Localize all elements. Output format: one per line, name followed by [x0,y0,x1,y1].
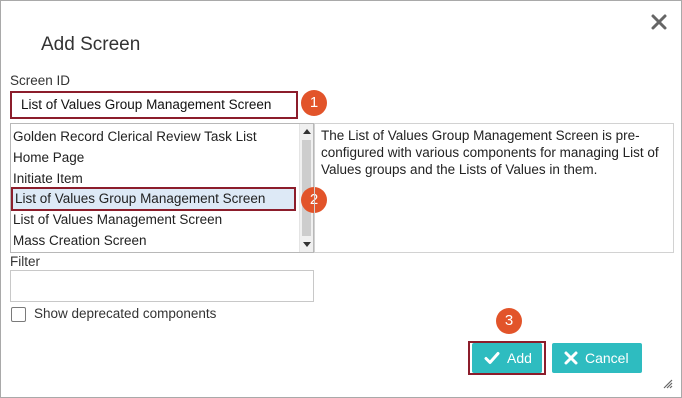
add-button-label: Add [507,350,532,366]
list-item[interactable]: List of Values Management Screen [13,212,222,227]
filter-label: Filter [10,254,40,269]
callout-badge-1: 1 [301,90,327,116]
scroll-up-arrow-icon[interactable] [303,129,311,134]
add-button[interactable]: Add [472,343,542,373]
screen-id-input[interactable]: List of Values Group Management Screen [10,91,298,119]
list-item[interactable]: Home Page [13,150,84,165]
x-icon [564,351,578,365]
screen-listbox[interactable]: Golden Record Clerical Review Task List … [10,123,314,253]
list-item[interactable]: Initiate Item [13,171,83,186]
add-screen-dialog: Add Screen Screen ID List of Values Grou… [0,0,682,398]
callout-badge-3: 3 [496,308,522,334]
list-item-selected[interactable]: List of Values Group Management Screen [11,187,296,211]
screen-description: The List of Values Group Management Scre… [314,123,674,253]
cancel-button[interactable]: Cancel [552,343,642,373]
cancel-button-label: Cancel [585,350,629,366]
screen-id-label: Screen ID [10,73,71,88]
list-item[interactable]: Mass Creation Screen [13,233,147,248]
show-deprecated-checkbox[interactable] [11,307,26,322]
resize-grip-icon[interactable] [661,377,673,389]
list-item[interactable]: Golden Record Clerical Review Task List [13,129,257,144]
checkmark-icon [484,352,500,364]
close-icon[interactable] [650,13,668,31]
scroll-down-arrow-icon[interactable] [303,242,311,247]
dialog-title: Add Screen [41,34,141,55]
filter-input[interactable] [10,270,314,302]
show-deprecated-label: Show deprecated components [34,306,217,321]
